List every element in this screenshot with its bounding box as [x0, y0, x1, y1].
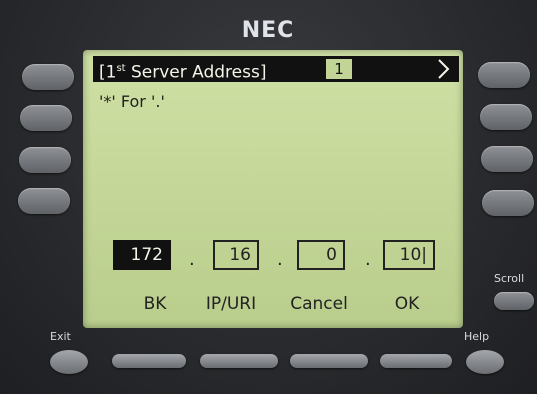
softkey-label-cancel: Cancel — [290, 294, 348, 314]
help-label: Help — [464, 330, 490, 343]
line-key-right-2[interactable] — [480, 104, 532, 130]
lcd-screen: [1st Server Address] 1 '*' For '.' 172 .… — [83, 50, 463, 328]
line-key-right-1[interactable] — [478, 62, 530, 88]
exit-label: Exit — [50, 330, 71, 343]
screen-title: [1st Server Address] — [99, 62, 267, 83]
ip-octet-1[interactable]: 172 — [113, 240, 171, 270]
ip-octet-4[interactable]: 10| — [383, 240, 435, 270]
line-key-left-2[interactable] — [20, 105, 72, 131]
softkey-3[interactable] — [290, 354, 368, 368]
ip-octet-2[interactable]: 16 — [213, 240, 259, 270]
line-key-left-4[interactable] — [18, 188, 70, 214]
scroll-label: Scroll — [494, 272, 525, 285]
softkey-label-bk: BK — [143, 294, 167, 314]
line-number-badge: 1 — [326, 59, 352, 79]
line-key-left-1[interactable] — [22, 64, 74, 90]
ip-octet-3[interactable]: 0 — [297, 240, 345, 270]
phone-faceplate: NEC [1st Server Address] 1 '*' For '.' 1… — [0, 0, 537, 394]
softkey-1[interactable] — [112, 354, 186, 368]
screen-title-bar: [1st Server Address] 1 — [93, 56, 459, 83]
chevron-up-down-icon — [438, 59, 450, 79]
exit-button[interactable] — [50, 350, 88, 374]
ip-separator: . — [189, 249, 195, 270]
help-button[interactable] — [466, 350, 504, 374]
ip-separator: . — [277, 249, 283, 270]
softkey-label-ok: OK — [394, 294, 420, 314]
line-key-right-3[interactable] — [481, 146, 533, 172]
softkey-2[interactable] — [200, 354, 278, 368]
input-hint: '*' For '.' — [99, 92, 165, 111]
line-key-right-4[interactable] — [482, 190, 534, 216]
brand-logo: NEC — [241, 18, 295, 43]
softkey-4[interactable] — [380, 354, 452, 368]
ip-separator: . — [365, 249, 371, 270]
scroll-button[interactable] — [494, 292, 534, 310]
line-key-left-3[interactable] — [19, 147, 71, 173]
softkey-label-ip-uri: IP/URI — [205, 294, 257, 314]
